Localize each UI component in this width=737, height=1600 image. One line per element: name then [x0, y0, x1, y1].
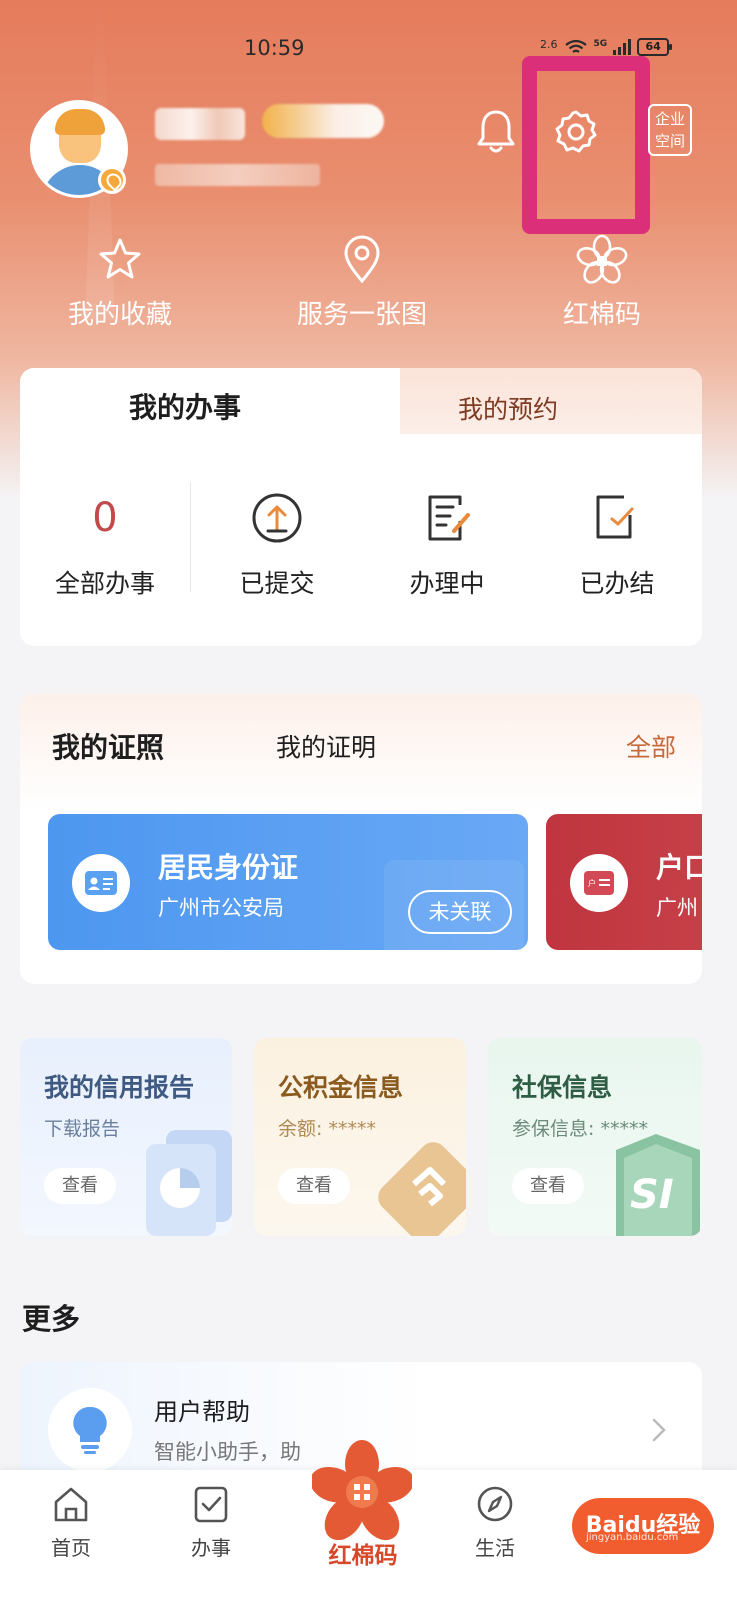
credit-report-tile[interactable]: 我的信用报告 下载报告 查看	[20, 1038, 232, 1236]
household-card-issuer: 广州	[656, 896, 698, 920]
nav-affairs[interactable]: 办事	[166, 1482, 256, 1561]
view-all-link[interactable]: 全部	[626, 728, 676, 764]
housing-fund-tile[interactable]: 公积金信息 余额: ***** 查看	[254, 1038, 466, 1236]
stat-label: 已办结	[579, 569, 655, 598]
household-register-card[interactable]: 户 户口 广州	[546, 814, 702, 950]
user-subtitle-blurred	[155, 164, 320, 186]
stat-processing[interactable]: 办理中	[362, 488, 532, 600]
quick-action-label: 服务一张图	[296, 300, 427, 330]
svg-text:户: 户	[588, 878, 596, 888]
id-card-item[interactable]: 居民身份证 广州市公安局 未关联	[48, 814, 528, 950]
nav-kapok-code-label[interactable]: 红棉码	[318, 1536, 408, 1570]
housing-fund-logo-icon	[378, 1142, 466, 1236]
nav-life[interactable]: 生活	[450, 1482, 540, 1561]
stat-label: 办理中	[409, 569, 485, 598]
location-badge-icon	[98, 166, 126, 194]
divider	[190, 482, 191, 592]
compass-icon	[477, 1486, 513, 1522]
quick-action-label: 红棉码	[562, 300, 641, 330]
household-card-title: 户口	[656, 851, 702, 884]
check-square-icon	[596, 495, 634, 539]
id-card-title: 居民身份证	[158, 851, 299, 884]
star-icon	[99, 238, 141, 279]
social-security-tile[interactable]: 社保信息 参保信息: ***** 查看 SI	[488, 1038, 702, 1236]
enterprise-space-button[interactable]: 企业空间	[648, 104, 692, 156]
tab-my-certificates[interactable]: 我的证明	[276, 728, 376, 764]
stat-all-affairs[interactable]: 0 全部办事	[20, 488, 190, 600]
quick-action-label: 我的收藏	[67, 300, 172, 330]
user-name-blurred[interactable]	[155, 108, 245, 140]
upload-circle-icon	[252, 493, 302, 543]
my-affairs-card: 我的办事 我的预约 0 全部办事 已提交 办理中 已办结	[20, 368, 702, 646]
social-security-si-icon: SI	[616, 1134, 700, 1236]
location-pin-icon	[344, 235, 380, 284]
quick-action-favorites[interactable]: 我的收藏	[30, 232, 210, 331]
settings-highlight-annotation	[522, 56, 650, 234]
user-tag-blurred[interactable]	[262, 104, 384, 138]
tile-title: 社保信息	[512, 1073, 613, 1102]
baidu-jingyan-watermark: Baidu经验 jingyan.baidu.com	[572, 1498, 714, 1554]
nav-home[interactable]: 首页	[26, 1482, 116, 1561]
stat-label: 已提交	[239, 569, 315, 598]
id-card-issuer: 广州市公安局	[158, 896, 284, 920]
tile-subtitle: 余额: *****	[278, 1118, 376, 1140]
status-time: 10:59	[244, 36, 305, 60]
watermark-url: jingyan.baidu.com	[586, 1532, 679, 1543]
network-speed: 2.6	[540, 37, 558, 51]
nav-label: 首页	[51, 1536, 91, 1560]
id-card-icon	[72, 854, 130, 912]
stat-label: 全部办事	[54, 569, 155, 598]
tile-subtitle: 下载报告	[44, 1118, 121, 1140]
quick-action-service-map[interactable]: 服务一张图	[272, 232, 452, 331]
chevron-right-icon	[652, 1418, 666, 1442]
tile-title: 我的信用报告	[44, 1073, 195, 1102]
pie-chart-icon	[146, 1130, 232, 1236]
stat-count: 0	[92, 495, 118, 541]
nav-label: 办事	[191, 1536, 231, 1560]
signal-icon	[613, 39, 632, 55]
battery-icon: 64	[637, 38, 673, 56]
tab-my-appointments[interactable]: 我的预约	[458, 390, 558, 426]
notification-button[interactable]	[470, 104, 522, 160]
tab-my-affairs[interactable]: 我的办事	[20, 368, 400, 444]
tile-view-button[interactable]: 查看	[512, 1168, 584, 1204]
household-book-icon: 户	[570, 854, 628, 912]
document-edit-icon	[428, 495, 470, 541]
quick-action-kapok-code[interactable]: 红棉码	[512, 232, 692, 331]
stat-submitted[interactable]: 已提交	[192, 488, 362, 600]
help-subtitle: 智能小助手，助	[154, 1440, 301, 1464]
wifi-icon	[564, 39, 587, 53]
network-type: 5G	[593, 39, 608, 49]
unlinked-badge[interactable]: 未关联	[408, 890, 512, 934]
tile-view-button[interactable]: 查看	[278, 1168, 350, 1204]
svg-text:SI: SI	[630, 1172, 674, 1218]
kapok-code-center-button[interactable]	[312, 1440, 412, 1540]
tab-my-licenses[interactable]: 我的证照	[52, 726, 164, 766]
nav-label: 生活	[475, 1536, 515, 1560]
home-icon	[54, 1487, 88, 1522]
more-section-title: 更多	[22, 1302, 81, 1336]
tile-title: 公积金信息	[278, 1073, 404, 1102]
my-licenses-card: 我的证照 我的证明 全部 居民身份证 广州市公安局 未关联 户 户口 广州	[20, 694, 702, 984]
tile-view-button[interactable]: 查看	[44, 1168, 116, 1204]
stat-completed[interactable]: 已办结	[532, 488, 702, 600]
kapok-flower-icon	[576, 234, 628, 284]
bell-icon	[477, 110, 515, 153]
lightbulb-icon	[48, 1388, 132, 1472]
help-title: 用户帮助	[154, 1398, 250, 1426]
checklist-icon	[194, 1486, 228, 1523]
